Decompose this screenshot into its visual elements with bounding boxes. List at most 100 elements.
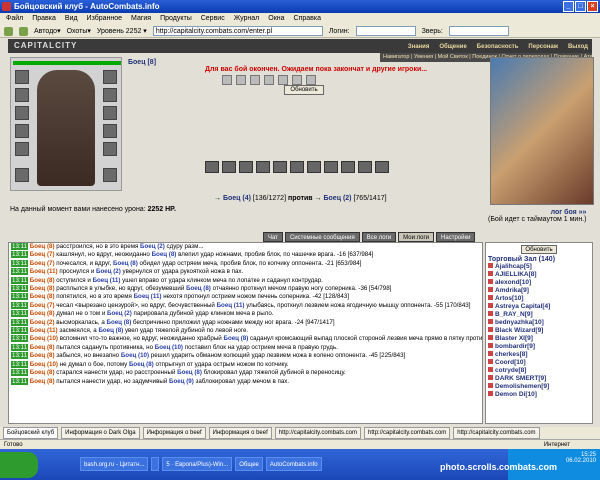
player-item[interactable]: AJIELLIKA[8] xyxy=(488,271,590,279)
log-actor[interactable]: Боец (2) xyxy=(30,319,55,326)
player-item[interactable]: bednyazhka[10] xyxy=(488,319,590,327)
log-actor[interactable]: Боец (8) xyxy=(30,277,55,284)
level-dropdown[interactable]: Уровень 2252 ▾ xyxy=(97,27,147,35)
back-icon[interactable] xyxy=(4,26,13,36)
maximize-button[interactable]: □ xyxy=(575,1,586,12)
log-target[interactable]: Боец (8) xyxy=(224,335,249,342)
player-name[interactable]: Demolishemen[9] xyxy=(495,383,549,390)
player-item[interactable]: Demon Di[10] xyxy=(488,391,590,399)
tab-my-logs[interactable]: Мои логи xyxy=(398,232,435,242)
player-item[interactable]: B_RAY_N[9] xyxy=(488,311,590,319)
forward-icon[interactable] xyxy=(19,26,28,36)
helmet-slot[interactable] xyxy=(15,70,29,84)
nav-knowledge[interactable]: Знания xyxy=(408,40,430,54)
armor-slot[interactable] xyxy=(15,124,29,138)
tab-system[interactable]: Системные сообщения xyxy=(284,232,360,242)
stance-icon[interactable] xyxy=(236,75,246,85)
player-name[interactable]: AJIELLIKA[8] xyxy=(495,271,537,278)
close-button[interactable]: × xyxy=(587,1,598,12)
log-actor[interactable]: Боец (10) xyxy=(30,361,58,368)
taskbar-item[interactable]: AutoCombats.info xyxy=(265,457,322,471)
player-item[interactable]: Demolishemen[9] xyxy=(488,383,590,391)
tab-all-logs[interactable]: Все логи xyxy=(361,232,397,242)
player-name[interactable]: Blaster XI[9] xyxy=(495,335,533,342)
player-name[interactable]: alexond[10] xyxy=(495,279,531,286)
battle-right-name[interactable]: Боец (2) xyxy=(324,195,352,202)
log-actor[interactable]: Боец (7) xyxy=(30,302,55,309)
log-target[interactable]: Боец (11) xyxy=(93,277,121,284)
player-item[interactable]: Ajalihcap[5] xyxy=(488,263,590,271)
amulet-slot[interactable] xyxy=(15,88,29,102)
spell-icon[interactable] xyxy=(290,161,304,173)
log-link[interactable]: лог боя »» xyxy=(551,209,587,216)
browser-tab[interactable]: Бойцовский клуб xyxy=(3,427,59,439)
player-name[interactable]: DARK SMERT[9] xyxy=(495,375,546,382)
browser-tab[interactable]: Информация о Dark Olga xyxy=(61,427,140,439)
player-item[interactable]: alexond[10] xyxy=(488,279,590,287)
stance-icon[interactable] xyxy=(250,75,260,85)
player-name[interactable]: bombardir[9] xyxy=(495,343,535,350)
opponent-name[interactable]: Боец xyxy=(128,59,146,66)
player-name[interactable]: Demon Di[10] xyxy=(495,391,537,398)
stance-icon[interactable] xyxy=(222,75,232,85)
zver-field[interactable] xyxy=(448,26,509,36)
shield-slot[interactable] xyxy=(103,124,117,138)
browser-tab[interactable]: http://capitalcity.combats.com xyxy=(274,427,362,439)
log-actor[interactable]: Боец (8) xyxy=(30,369,55,376)
spell-icon[interactable] xyxy=(341,161,355,173)
player-name[interactable]: cotryde[8] xyxy=(495,367,526,374)
nav-communication[interactable]: Общение xyxy=(439,40,466,54)
player-item[interactable]: cotryde[8] xyxy=(488,367,590,375)
player-name[interactable]: Artos[10] xyxy=(495,295,524,302)
ring-slot[interactable] xyxy=(103,88,117,102)
log-target[interactable]: Боец (10) xyxy=(121,352,149,359)
log-actor[interactable]: Боец (8) xyxy=(30,378,55,385)
nav-character[interactable]: Персонаж xyxy=(528,40,558,54)
log-target[interactable]: Боец (8) xyxy=(113,260,138,267)
browser-tab[interactable]: http://capitalcity.combats.com xyxy=(453,427,540,439)
minimize-button[interactable]: _ xyxy=(563,1,574,12)
tab-settings[interactable]: Настройки xyxy=(436,232,476,242)
battle-left-name[interactable]: Боец (4) xyxy=(223,195,251,202)
menu-windows[interactable]: Окна xyxy=(268,13,284,25)
taskbar-item[interactable]: bash.org.ru - Цитатн... xyxy=(80,457,149,471)
log-target[interactable]: Боец (8) xyxy=(98,327,123,334)
leggings-slot[interactable] xyxy=(103,168,117,182)
nav-exit[interactable]: Выход xyxy=(568,40,588,54)
log-actor[interactable]: Боец (7) xyxy=(30,251,55,258)
player-name[interactable]: bednyazhka[10] xyxy=(495,319,544,326)
player-item[interactable]: Coord[10] xyxy=(488,359,590,367)
player-name[interactable]: Black Wizard[9] xyxy=(495,327,543,334)
player-name[interactable]: Ajalihcap[5] xyxy=(495,263,532,270)
log-actor[interactable]: Боец (8) xyxy=(30,293,55,300)
player-item[interactable]: Blaster XI[9] xyxy=(488,335,590,343)
players-refresh-button[interactable]: Обновить xyxy=(521,245,557,254)
menu-view[interactable]: Вид xyxy=(65,13,78,25)
spell-icon[interactable] xyxy=(358,161,372,173)
spell-icon[interactable] xyxy=(307,161,321,173)
browser-tab[interactable]: http://capitalcity.combats.com xyxy=(364,427,451,439)
log-actor[interactable]: Боец (8) xyxy=(30,344,55,351)
spell-icon[interactable] xyxy=(222,161,236,173)
autodo-dropdown[interactable]: Автодо▾ xyxy=(34,27,61,35)
spell-icon[interactable] xyxy=(205,161,219,173)
player-item[interactable]: bombardir[9] xyxy=(488,343,590,351)
spell-icon[interactable] xyxy=(375,161,389,173)
log-actor[interactable]: Боец (11) xyxy=(30,327,58,334)
log-target[interactable]: Боец (2) xyxy=(96,268,121,275)
taskbar-item[interactable]: 5 · Европа/Plus)-Win... xyxy=(162,457,233,471)
refresh-button[interactable]: Обновить xyxy=(284,85,324,95)
gloves-slot[interactable] xyxy=(103,106,117,120)
start-button[interactable] xyxy=(0,452,38,478)
menu-file[interactable]: Файл xyxy=(6,13,23,25)
log-target[interactable]: Боец (2) xyxy=(107,310,132,317)
belt-slot[interactable] xyxy=(15,142,29,156)
player-item[interactable]: cherkes[8] xyxy=(488,351,590,359)
log-target[interactable]: Боец (9) xyxy=(169,378,194,385)
log-target[interactable]: Боец (8) xyxy=(152,251,177,258)
taskbar-item[interactable]: Общее xyxy=(235,457,263,471)
spell-icon[interactable] xyxy=(256,161,270,173)
player-name[interactable]: Amdrika[9] xyxy=(495,287,529,294)
bracer-slot[interactable] xyxy=(103,142,117,156)
stance-icon[interactable] xyxy=(278,75,288,85)
